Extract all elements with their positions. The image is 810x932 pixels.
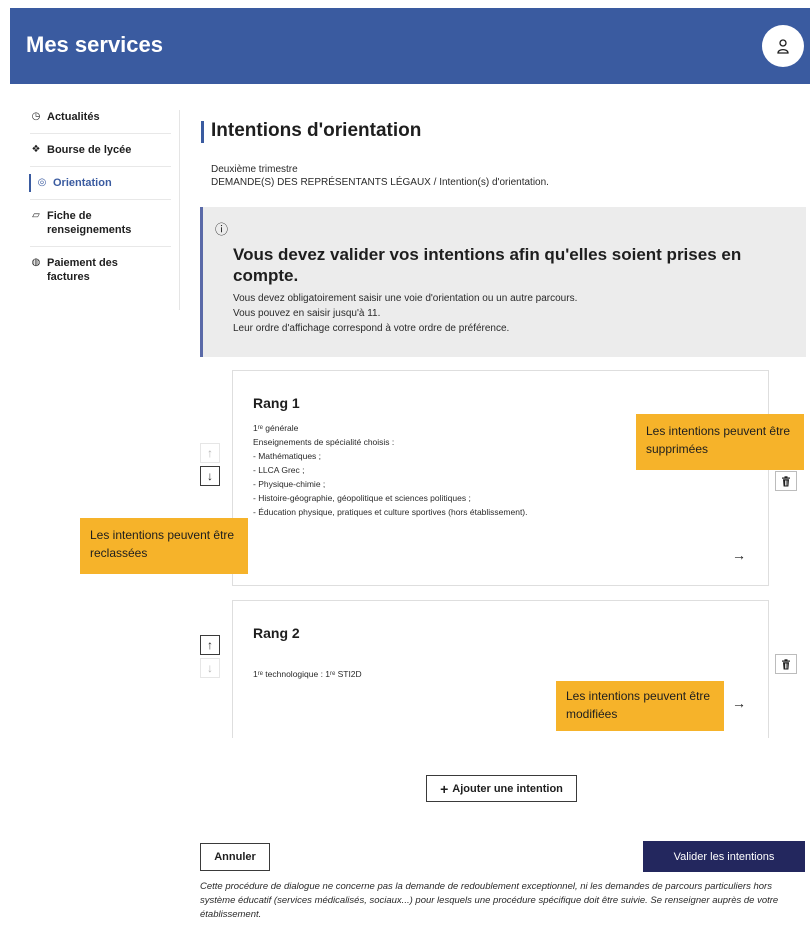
intention-details: 1ʳᵉ générale Enseignements de spécialité… xyxy=(253,421,528,519)
move-up-button[interactable]: ↑ xyxy=(200,443,220,463)
sidebar-item-label: Fiche de renseignements xyxy=(47,210,132,236)
open-intention-arrow-icon[interactable]: → xyxy=(732,695,746,711)
sidebar-divider xyxy=(30,133,171,134)
callout-reorder: Les intentions peuvent être reclassées xyxy=(80,518,248,574)
intention-rank-title: Rang 1 xyxy=(253,395,300,411)
delete-intention-button[interactable] xyxy=(775,654,797,674)
intention-details: 1ʳᵉ technologique : 1ʳᵉ STI2D xyxy=(253,667,362,681)
move-down-button[interactable]: ↓ xyxy=(200,658,220,678)
sidebar-item-label: Bourse de lycée xyxy=(47,144,132,156)
validate-intentions-button[interactable]: Valider les intentions xyxy=(643,841,805,872)
arrow-down-icon: ↓ xyxy=(207,469,213,483)
sidebar-divider xyxy=(30,166,171,167)
intention-rank-title: Rang 2 xyxy=(253,625,300,641)
breadcrumb-period: Deuxième trimestre xyxy=(211,164,298,175)
title-accent-bar xyxy=(201,121,204,143)
avatar[interactable] xyxy=(762,25,804,67)
sidebar-item-actualites[interactable]: ◷ Actualités xyxy=(30,110,179,124)
active-indicator xyxy=(29,174,31,192)
delete-intention-button[interactable] xyxy=(775,471,797,491)
sidebar-item-fiche[interactable]: ▱ Fiche de renseignements xyxy=(30,209,179,237)
sidebar-nav: ◷ Actualités ❖ Bourse de lycée ◎ Orienta… xyxy=(29,110,180,310)
sidebar-item-label: Actualités xyxy=(47,111,100,123)
intention-line: - Histoire-géographie, géopolitique et s… xyxy=(253,493,471,503)
alert-title: Vous devez valider vos intentions afin q… xyxy=(233,245,742,285)
intention-line: 1ʳᵉ générale xyxy=(253,423,299,433)
sidebar-item-label: Orientation xyxy=(53,177,112,189)
intention-line: - Physique-chimie ; xyxy=(253,479,326,489)
trash-icon xyxy=(782,475,790,486)
compass-icon: ◎ xyxy=(37,177,47,188)
intention-line: - LLCA Grec ; xyxy=(253,465,305,475)
move-down-button[interactable]: ↓ xyxy=(200,466,220,486)
sidebar-item-label: Paiement des factures xyxy=(47,257,118,283)
plus-icon: + xyxy=(440,780,449,797)
intention-line: - Éducation physique, pratiques et cultu… xyxy=(253,507,528,517)
app-title: Mes services xyxy=(26,32,163,57)
intention-line: - Mathématiques ; xyxy=(253,451,322,461)
payment-icon: ◍ xyxy=(31,257,41,268)
sidebar-divider xyxy=(30,246,171,247)
arrow-up-icon: ↑ xyxy=(207,446,213,460)
alert-line: Leur ordre d'affichage correspond à votr… xyxy=(233,323,510,334)
user-icon xyxy=(777,39,789,54)
sidebar-item-bourse[interactable]: ❖ Bourse de lycée xyxy=(30,143,179,157)
info-alert: ⓘ Vous devez valider vos intentions afin… xyxy=(200,207,806,357)
sidebar-item-paiement[interactable]: ◍ Paiement des factures xyxy=(30,256,179,284)
footnote: Cette procédure de dialogue ne concerne … xyxy=(200,881,779,920)
alert-line: Vous devez obligatoirement saisir une vo… xyxy=(233,293,578,304)
intention-line: 1ʳᵉ technologique : 1ʳᵉ STI2D xyxy=(253,669,362,679)
sidebar-item-orientation[interactable]: ◎ Orientation xyxy=(29,174,179,192)
clock-icon: ◷ xyxy=(31,111,41,122)
intention-line: Enseignements de spécialité choisis : xyxy=(253,437,395,447)
trash-icon xyxy=(782,658,790,669)
form-icon: ▱ xyxy=(32,210,40,221)
coins-icon: ❖ xyxy=(31,144,41,155)
breadcrumb-path: DEMANDE(S) DES REPRÉSENTANTS LÉGAUX / In… xyxy=(211,177,549,188)
alert-text: Vous devez obligatoirement saisir une vo… xyxy=(233,291,577,336)
cancel-button[interactable]: Annuler xyxy=(200,843,270,871)
move-up-button[interactable]: ↑ xyxy=(200,635,220,655)
callout-delete: Les intentions peuvent être supprimées xyxy=(636,414,804,470)
open-intention-arrow-icon[interactable]: → xyxy=(732,547,746,563)
sidebar-divider xyxy=(30,199,171,200)
intention-card-rang-1: Rang 1 1ʳᵉ générale Enseignements de spé… xyxy=(232,370,769,586)
add-intention-button[interactable]: + Ajouter une intention xyxy=(426,775,577,802)
arrow-up-icon: ↑ xyxy=(207,638,213,652)
page-title: Intentions d'orientation xyxy=(211,120,422,141)
app-header: Mes services xyxy=(10,8,810,84)
add-intention-label: Ajouter une intention xyxy=(452,782,563,795)
alert-line: Vous pouvez en saisir jusqu'à 11. xyxy=(233,308,381,319)
info-icon: ⓘ xyxy=(215,222,229,237)
callout-modify: Les intentions peuvent être modifiées xyxy=(556,681,724,731)
breadcrumb: Deuxième trimestre DEMANDE(S) DES REPRÉS… xyxy=(211,163,549,189)
arrow-down-icon: ↓ xyxy=(207,661,213,675)
